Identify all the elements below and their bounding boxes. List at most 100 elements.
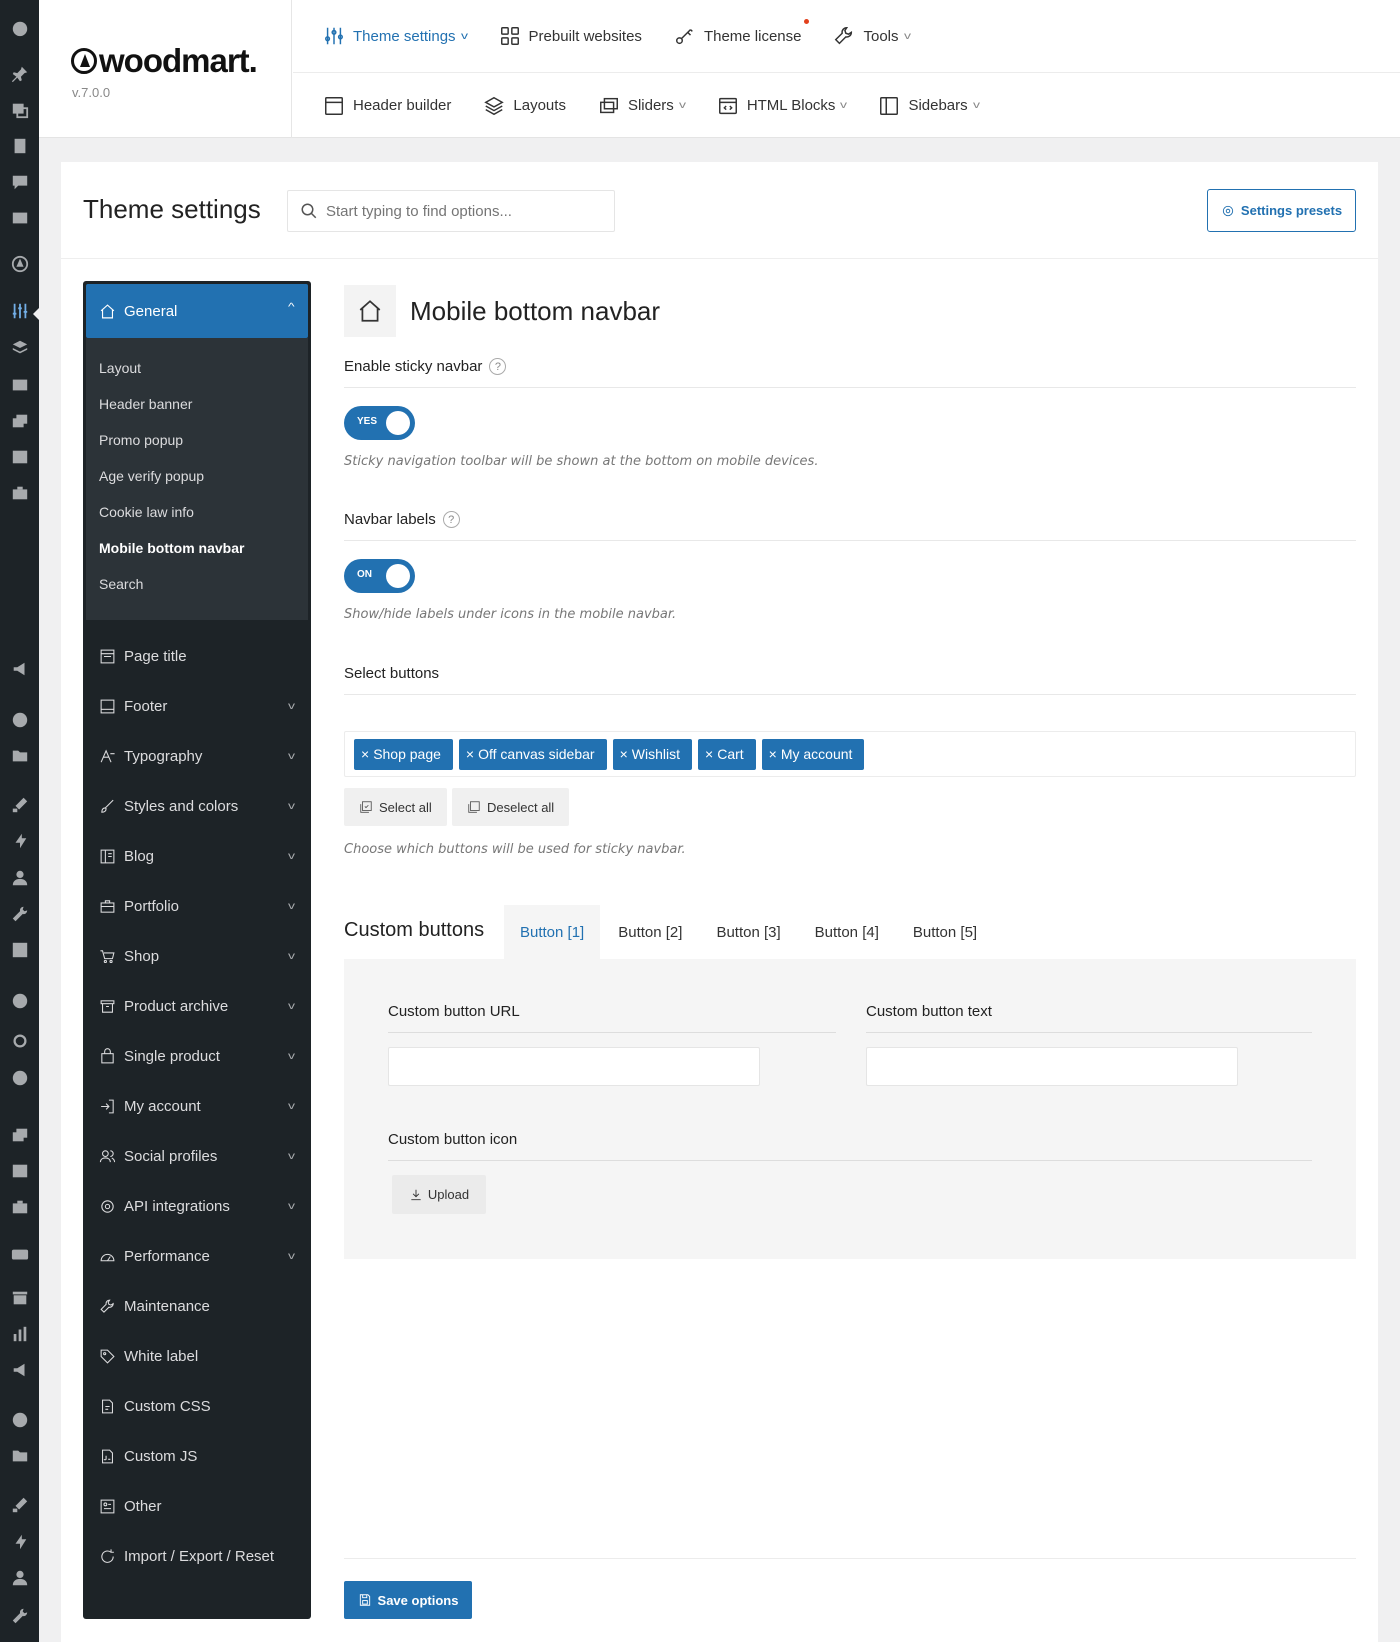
nav-sidebars[interactable]: Sidebars v [878,95,980,117]
nav-layouts[interactable]: Layouts [483,95,566,117]
woocommerce-icon[interactable] [10,1245,29,1264]
sidebar-panel-icon[interactable] [10,447,29,466]
sidebar-item-custom-css[interactable]: Custom CSS [86,1381,308,1431]
sub-item-promo-popup[interactable]: Promo popup [99,432,183,448]
tools-icon-2[interactable] [10,1606,29,1625]
sidebar-item-footer[interactable]: Footer v [86,681,308,731]
selected-buttons-multiselect[interactable]: × Shop page × Off canvas sidebar × Wishlist… [344,731,1356,777]
chip-my-account[interactable]: × My account [761,738,865,770]
theme-settings-icon[interactable] [10,301,29,320]
chip-off-canvas-sidebar[interactable]: × Off canvas sidebar [458,738,607,770]
tab-button-5[interactable]: Button [5] [897,905,993,959]
settings-plus-icon[interactable] [10,940,29,959]
woodmart-icon[interactable] [10,254,29,273]
sidebar-item-my-account[interactable]: My account v [86,1081,308,1131]
sidebar-item-general[interactable]: General ^ [86,284,308,338]
briefcase-icon-2[interactable] [10,1197,29,1216]
sidebar-item-page-title[interactable]: Page title [86,631,308,681]
sub-item-mobile-bottom-navbar[interactable]: Mobile bottom navbar [99,540,244,556]
nav-html-blocks[interactable]: HTML Blocks v [717,95,847,117]
sidebar-item-portfolio[interactable]: Portfolio v [86,881,308,931]
sidebar-item-api-integrations[interactable]: API integrations v [86,1181,308,1231]
sidebar-item-product-archive[interactable]: Product archive v [86,981,308,1031]
briefcase-icon[interactable] [10,483,29,502]
folder-icon[interactable] [10,746,29,765]
chip-wishlist[interactable]: × Wishlist [612,738,693,770]
options-search[interactable] [287,190,615,232]
folder-icon-2[interactable] [10,1446,29,1465]
help-icon[interactable]: ? [442,511,460,528]
sidebar-item-social-profiles[interactable]: Social profiles v [86,1131,308,1181]
sidebar-item-blog[interactable]: Blog v [86,831,308,881]
sidebar-item-shop[interactable]: Shop v [86,931,308,981]
navbar-labels-toggle[interactable]: ON [344,559,415,593]
analytics-icon[interactable] [10,1324,29,1343]
sub-item-header-banner[interactable]: Header banner [99,396,192,412]
help-icon[interactable]: ? [489,358,507,375]
sub-item-layout[interactable]: Layout [99,360,141,376]
remove-icon[interactable]: × [620,746,628,762]
wordfence-icon[interactable] [10,991,29,1010]
mail-icon[interactable] [10,208,29,227]
sidebar-item-maintenance[interactable]: Maintenance [86,1281,308,1331]
custom-button-text-input[interactable] [866,1047,1238,1086]
select-all-button[interactable]: Select all [344,788,447,826]
sidebar-item-typography[interactable]: Typography v [86,731,308,781]
sidebar-item-styles-colors[interactable]: Styles and colors v [86,781,308,831]
save-options-button[interactable]: Save options [344,1581,472,1619]
tools-icon[interactable] [10,904,29,923]
marketing-icon[interactable] [10,1360,29,1379]
remove-icon[interactable]: × [705,746,713,762]
sticky-navbar-toggle[interactable]: YES [344,406,415,440]
upload-button[interactable]: Upload [392,1175,486,1214]
sub-item-age-verify-popup[interactable]: Age verify popup [99,468,204,484]
users-icon-2[interactable] [10,1568,29,1587]
remove-icon[interactable]: × [466,746,474,762]
elementor-icon[interactable] [10,710,29,729]
layers-icon[interactable] [10,338,29,357]
tab-button-3[interactable]: Button [3] [700,905,796,959]
sub-item-cookie-law-info[interactable]: Cookie law info [99,504,194,520]
sidebar-item-white-label[interactable]: White label [86,1331,308,1381]
pin-icon[interactable] [10,64,29,83]
tab-button-4[interactable]: Button [4] [799,905,895,959]
sidebar-item-single-product[interactable]: Single product v [86,1031,308,1081]
media-icon[interactable] [10,100,29,119]
comments-icon[interactable] [10,172,29,191]
appearance-icon[interactable] [10,795,29,814]
woodmart-logo[interactable]: woodmart. [71,42,258,80]
megaphone-icon[interactable] [10,659,29,678]
nav-theme-license[interactable]: Theme license [674,19,810,47]
deselect-all-button[interactable]: Deselect all [452,788,570,826]
slides-icon-2[interactable] [10,1125,29,1144]
sub-item-search[interactable]: Search [99,576,143,592]
plugins-icon-2[interactable] [10,1532,29,1551]
users-icon[interactable] [10,868,29,887]
slides-icon[interactable] [10,411,29,430]
plugins-icon[interactable] [10,831,29,850]
nav-header-builder[interactable]: Header builder [323,95,451,117]
sidebar-item-import-export-reset[interactable]: Import / Export / Reset [86,1531,308,1581]
remove-icon[interactable]: × [769,746,777,762]
nav-theme-settings[interactable]: Theme settings v [323,25,468,47]
sidebar-panel-icon-2[interactable] [10,1161,29,1180]
play-icon[interactable] [10,1068,29,1087]
sidebar-item-performance[interactable]: Performance v [86,1231,308,1281]
elementor-icon-2[interactable] [10,1410,29,1429]
tab-button-2[interactable]: Button [2] [602,905,698,959]
chip-cart[interactable]: × Cart [698,738,756,770]
html-block-icon[interactable] [10,375,29,394]
custom-button-url-input[interactable] [388,1047,760,1086]
chip-shop-page[interactable]: × Shop page [354,738,453,770]
sync-icon[interactable] [10,1031,29,1050]
remove-icon[interactable]: × [361,746,369,762]
search-input[interactable] [326,202,606,220]
nav-sliders[interactable]: Sliders v [598,95,686,117]
dashboard-icon[interactable] [10,18,29,37]
tab-button-1[interactable]: Button [1] [504,905,601,959]
products-icon[interactable] [10,1288,29,1307]
sidebar-item-custom-js[interactable]: Custom JS [86,1431,308,1481]
nav-tools[interactable]: Tools v [833,25,911,47]
appearance-icon-2[interactable] [10,1495,29,1514]
pages-icon[interactable] [10,136,29,155]
